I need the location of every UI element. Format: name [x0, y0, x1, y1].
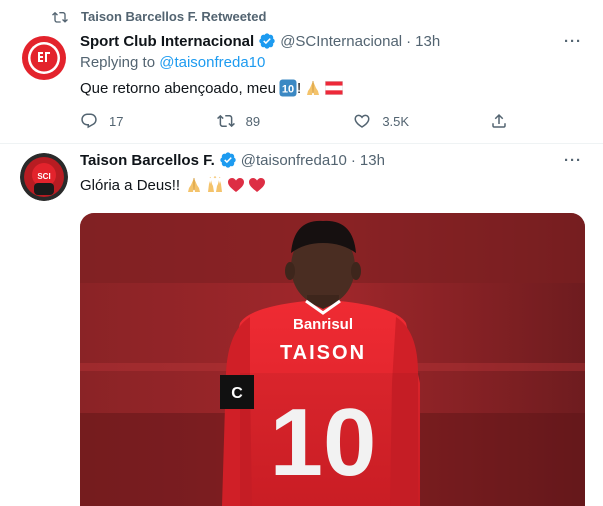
- tweet-text-body: Que retorno abençoado, meu: [80, 79, 276, 97]
- author-name[interactable]: Sport Club Internacional: [80, 33, 254, 50]
- timestamp[interactable]: 13h: [415, 33, 440, 50]
- timestamp[interactable]: 13h: [360, 152, 385, 169]
- tweet-header: Taison Barcellos F. @taisonfreda10 · 13h…: [80, 149, 583, 171]
- tweet-text-body: Glória a Deus!!: [80, 176, 181, 194]
- reply-button[interactable]: 17: [80, 112, 140, 130]
- verified-badge-icon: [219, 151, 237, 169]
- more-options-icon[interactable]: ···: [563, 150, 583, 170]
- heart-icon: [353, 112, 371, 130]
- folded-hands-emoji: [304, 79, 322, 97]
- retweet-icon: [52, 9, 68, 23]
- more-options-icon[interactable]: ···: [563, 31, 583, 51]
- replying-handle-link[interactable]: @taisonfreda10: [159, 54, 265, 71]
- austria-flag-emoji: [325, 79, 344, 97]
- folded-hands-emoji: [185, 176, 203, 194]
- svg-text:10: 10: [282, 84, 294, 96]
- tweet-text-suffix: !: [296, 79, 302, 97]
- verified-badge-icon: [258, 32, 276, 50]
- tweet-photo[interactable]: C Banrisul TAISON 10: [80, 213, 585, 506]
- tweet-header: Sport Club Internacional @SCInternaciona…: [80, 30, 583, 52]
- svg-text:SCI: SCI: [37, 172, 50, 181]
- reply-icon: [80, 112, 98, 130]
- player-name-print: TAISON: [280, 342, 366, 364]
- keycap-ten-emoji: 10: [279, 79, 297, 97]
- separator-dot: ·: [350, 151, 356, 169]
- author-name[interactable]: Taison Barcellos F.: [80, 152, 215, 169]
- tweet[interactable]: Sport Club Internacional @SCInternaciona…: [0, 26, 603, 144]
- share-button[interactable]: [490, 112, 510, 130]
- like-count: 3.5K: [382, 113, 410, 129]
- separator-dot: ·: [406, 32, 412, 50]
- share-icon: [490, 112, 508, 130]
- avatar[interactable]: SCI: [20, 153, 68, 201]
- raising-hands-emoji: [206, 176, 224, 194]
- sponsor-logo-text: Banrisul: [293, 316, 353, 333]
- tweet-actions: 17 89 3.5K: [80, 110, 510, 132]
- author-handle[interactable]: @taisonfreda10: [241, 152, 347, 169]
- tweet-text: Glória a Deus!!: [80, 174, 583, 196]
- avatar[interactable]: [20, 34, 68, 82]
- author-handle[interactable]: @SCInternacional: [280, 33, 402, 50]
- reply-count: 17: [109, 113, 124, 129]
- tweet-text: Que retorno abençoado, meu 10 !: [80, 77, 583, 99]
- red-heart-emoji: [248, 176, 266, 194]
- replying-to: Replying to @taisonfreda10: [80, 54, 583, 74]
- retweet-indicator[interactable]: Taison Barcellos F. Retweeted: [52, 7, 266, 25]
- retweet-count: 89: [245, 113, 261, 129]
- retweet-label: Taison Barcellos F. Retweeted: [81, 8, 267, 24]
- retweet-button[interactable]: 89: [216, 112, 277, 130]
- retweet-icon: [216, 112, 235, 130]
- like-button[interactable]: 3.5K: [353, 112, 413, 130]
- tweet[interactable]: SCI Taison Barcellos F. @taisonfreda10 ·…: [0, 145, 603, 506]
- replying-prefix: Replying to: [80, 54, 156, 71]
- red-heart-emoji: [227, 176, 245, 194]
